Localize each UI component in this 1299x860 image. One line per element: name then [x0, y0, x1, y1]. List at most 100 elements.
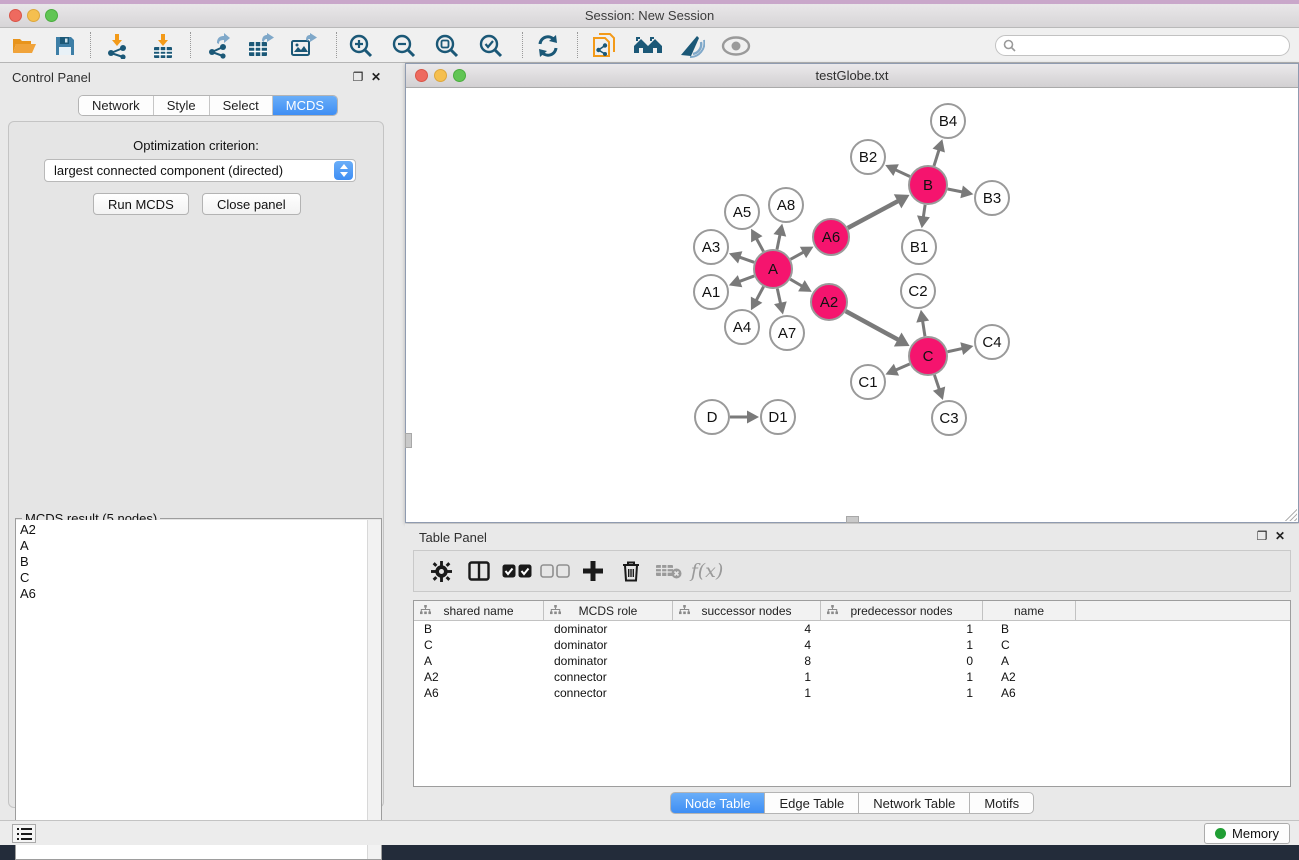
table-cell[interactable]: 4 — [673, 621, 821, 637]
panel-divider-grip[interactable] — [846, 516, 859, 523]
edge-A-A2[interactable] — [790, 279, 802, 286]
table-cell[interactable]: 1 — [673, 685, 821, 701]
edge-A6-B[interactable] — [848, 201, 899, 228]
table-cell[interactable]: A6 — [414, 685, 544, 701]
table-cell[interactable]: connector — [544, 669, 673, 685]
table-cell[interactable]: 8 — [673, 653, 821, 669]
close-panel-button[interactable]: Close panel — [202, 193, 301, 215]
edge-B-B2[interactable] — [895, 170, 910, 177]
import-network-icon[interactable] — [101, 30, 133, 61]
edge-A-A5[interactable] — [756, 238, 763, 251]
edge-B-B1[interactable] — [923, 205, 925, 218]
edge-B-B4[interactable] — [934, 150, 939, 166]
search-field[interactable] — [995, 35, 1290, 56]
column-header-successor-nodes[interactable]: successor nodes — [673, 601, 821, 620]
close-table-panel-icon[interactable]: ✕ — [1273, 529, 1287, 543]
network-close-traffic-light[interactable] — [415, 69, 428, 82]
delete-table-icon[interactable] — [650, 551, 688, 591]
network-minimize-traffic-light[interactable] — [434, 69, 447, 82]
table-cell[interactable]: C — [414, 637, 544, 653]
tab-node-table[interactable]: Node Table — [670, 792, 766, 814]
edge-B-B3[interactable] — [948, 189, 963, 192]
table-cell[interactable]: C — [983, 637, 1076, 653]
window-resize-grip[interactable] — [1284, 508, 1297, 521]
export-table-icon[interactable] — [245, 30, 277, 61]
export-network-icon[interactable] — [202, 30, 234, 61]
float-table-panel-icon[interactable]: ❐ — [1255, 529, 1269, 543]
graphics-details-icon[interactable] — [675, 30, 707, 61]
column-header-MCDS-role[interactable]: MCDS role — [544, 601, 673, 620]
edge-C-C3[interactable] — [934, 375, 939, 390]
mcds-result-list[interactable]: A2ABCA6 — [16, 520, 367, 859]
edge-A-A6[interactable] — [791, 252, 804, 259]
table-row[interactable]: Adominator80A — [414, 653, 1290, 669]
show-columns-icon[interactable] — [460, 551, 498, 591]
table-cell[interactable]: B — [414, 621, 544, 637]
table-cell[interactable]: 4 — [673, 637, 821, 653]
table-cell[interactable]: B — [983, 621, 1076, 637]
delete-column-icon[interactable] — [612, 551, 650, 591]
add-column-icon[interactable] — [574, 551, 612, 591]
table-cell[interactable]: 1 — [821, 685, 983, 701]
edge-A-A4[interactable] — [756, 287, 763, 301]
export-image-icon[interactable] — [288, 30, 320, 61]
table-cell[interactable]: A — [414, 653, 544, 669]
zoom-fit-icon[interactable] — [431, 30, 463, 61]
search-input[interactable] — [1020, 39, 1289, 53]
table-cell[interactable]: dominator — [544, 637, 673, 653]
save-session-icon[interactable] — [49, 30, 81, 61]
select-all-checkboxes-icon[interactable] — [498, 551, 536, 591]
table-row[interactable]: Bdominator41B — [414, 621, 1290, 637]
mcds-result-item[interactable]: A6 — [20, 586, 367, 602]
table-cell[interactable]: A2 — [414, 669, 544, 685]
table-row[interactable]: Cdominator41C — [414, 637, 1290, 653]
column-header-shared-name[interactable]: shared name — [414, 601, 544, 620]
network-window-titlebar[interactable]: testGlobe.txt — [406, 64, 1298, 88]
edge-A-A1[interactable] — [739, 276, 754, 282]
tab-network-table[interactable]: Network Table — [859, 792, 970, 814]
table-cell[interactable]: 1 — [673, 669, 821, 685]
deselect-all-checkboxes-icon[interactable] — [536, 551, 574, 591]
panel-divider-grip[interactable] — [405, 433, 412, 448]
open-session-icon[interactable] — [8, 30, 40, 61]
zoom-selected-icon[interactable] — [475, 30, 507, 61]
zoom-traffic-light[interactable] — [45, 9, 58, 22]
import-table-icon[interactable] — [147, 30, 179, 61]
edge-A2-C[interactable] — [846, 311, 899, 340]
table-row[interactable]: A2connector11A2 — [414, 669, 1290, 685]
run-mcds-button[interactable]: Run MCDS — [93, 193, 189, 215]
zoom-in-icon[interactable] — [345, 30, 377, 61]
first-neighbors-icon[interactable] — [632, 30, 664, 61]
tab-motifs[interactable]: Motifs — [970, 792, 1034, 814]
refresh-layout-icon[interactable] — [532, 30, 564, 61]
mcds-result-item[interactable]: B — [20, 554, 367, 570]
mcds-result-item[interactable]: A2 — [20, 522, 367, 538]
table-cell[interactable]: connector — [544, 685, 673, 701]
mcds-result-item[interactable]: C — [20, 570, 367, 586]
column-header-predecessor-nodes[interactable]: predecessor nodes — [821, 601, 983, 620]
table-cell[interactable]: dominator — [544, 653, 673, 669]
edge-A-A7[interactable] — [777, 289, 780, 304]
close-panel-icon[interactable]: ✕ — [369, 70, 383, 84]
node-table[interactable]: shared nameMCDS rolesuccessor nodesprede… — [413, 600, 1291, 787]
minimize-traffic-light[interactable] — [27, 9, 40, 22]
mcds-result-item[interactable]: A — [20, 538, 367, 554]
tab-edge-table[interactable]: Edge Table — [765, 792, 859, 814]
memory-button[interactable]: Memory — [1204, 823, 1290, 844]
table-options-gear-icon[interactable] — [422, 551, 460, 591]
close-traffic-light[interactable] — [9, 9, 22, 22]
network-zoom-traffic-light[interactable] — [453, 69, 466, 82]
tab-network[interactable]: Network — [79, 96, 154, 115]
table-cell[interactable]: A6 — [983, 685, 1076, 701]
edge-A-A8[interactable] — [777, 234, 780, 249]
tab-style[interactable]: Style — [154, 96, 210, 115]
optimization-criterion-select[interactable]: largest connected component (directed) — [44, 159, 356, 182]
table-cell[interactable]: A2 — [983, 669, 1076, 685]
tab-select[interactable]: Select — [210, 96, 273, 115]
tab-mcds[interactable]: MCDS — [273, 96, 337, 115]
network-canvas[interactable]: B4B2BB3A8A5A6A3B1AA1C2A2A4A7C4CC1DD1C3 — [406, 89, 1298, 522]
table-cell[interactable]: A — [983, 653, 1076, 669]
edge-C-C2[interactable] — [923, 321, 925, 337]
table-cell[interactable]: 1 — [821, 669, 983, 685]
task-history-button[interactable] — [12, 824, 36, 843]
